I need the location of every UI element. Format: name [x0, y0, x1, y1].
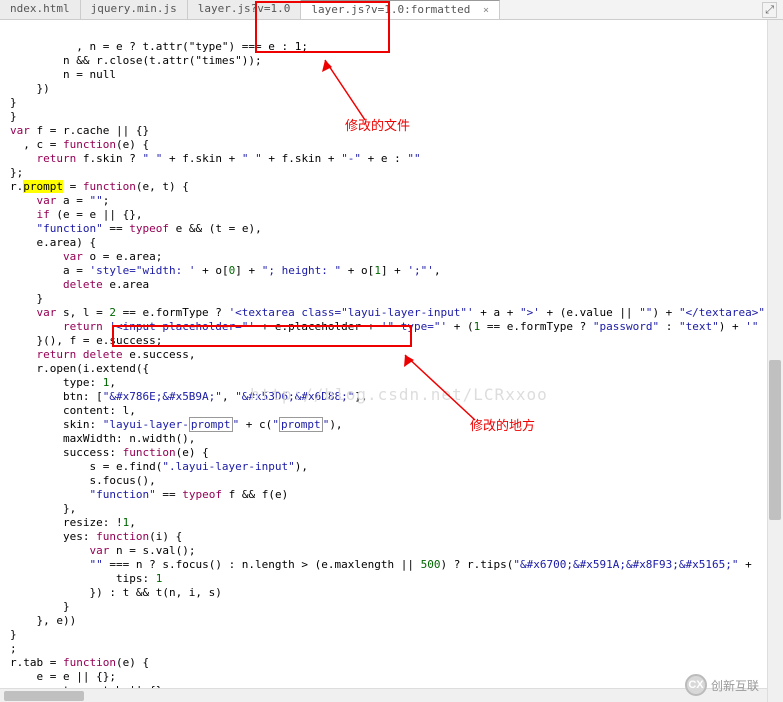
code-line: , c = function(e) {	[10, 138, 149, 151]
code-line: }	[10, 628, 17, 641]
code-line: n && r.close(t.attr("times"));	[10, 54, 262, 67]
code-line: delete e.area	[10, 278, 149, 291]
code-line: s.focus(),	[10, 474, 156, 487]
code-line: }	[10, 96, 17, 109]
code-line: return f.skin ? " " + f.skin + " " + f.s…	[10, 152, 421, 165]
code-line: , n = e ? t.attr("type") === e : 1;	[10, 40, 308, 53]
code-line: resize: !1,	[10, 516, 136, 529]
tab-layer[interactable]: layer.js?v=1.0	[188, 0, 302, 19]
code-line: a = 'style="width: ' + o[0] + "; height:…	[10, 264, 441, 277]
code-line: yes: function(i) {	[10, 530, 182, 543]
tab-layer-formatted[interactable]: layer.js?v=1.0:formatted ×	[301, 0, 500, 19]
code-line: return '<input placeholder="' + e.placeh…	[10, 320, 758, 333]
scroll-thumb[interactable]	[4, 691, 84, 701]
expand-icon[interactable]: ⤢	[762, 2, 777, 18]
code-line: type: 1,	[10, 376, 116, 389]
code-line: var s, l = 2 == e.formType ? '<textarea …	[10, 306, 765, 319]
code-line: tips: 1	[10, 572, 162, 585]
code-line: r.tab = function(e) {	[10, 656, 149, 669]
code-line: success: function(e) {	[10, 446, 209, 459]
code-line: }, e))	[10, 614, 76, 627]
code-line: e = e || {};	[10, 670, 116, 683]
code-line: }	[10, 292, 43, 305]
code-line: "function" == typeof f && f(e)	[10, 488, 288, 501]
code-line: ;	[10, 642, 17, 655]
tab-label: layer.js?v=1.0:formatted	[311, 3, 470, 16]
code-line: }(), f = e.success;	[10, 334, 162, 347]
code-line: "function" == typeof e && (t = e),	[10, 222, 262, 235]
code-line: s = e.find(".layui-layer-input"),	[10, 460, 308, 473]
vertical-scrollbar[interactable]	[767, 20, 783, 702]
code-line: var n = s.val();	[10, 544, 195, 557]
code-line: r.prompt = function(e, t) {	[10, 180, 189, 193]
code-line: e.area) {	[10, 236, 96, 249]
code-line: skin: "layui-layer-prompt" + c("prompt")…	[10, 417, 343, 432]
code-line: }	[10, 110, 17, 123]
code-line: r.open(i.extend({	[10, 362, 149, 375]
code-line: var a = "";	[10, 194, 109, 207]
annotation-place-label: 修改的地方	[470, 415, 535, 434]
logo-badge-icon: CX	[685, 674, 707, 696]
horizontal-scrollbar[interactable]	[0, 688, 767, 702]
logo-text: 创新互联	[711, 677, 759, 694]
code-line: maxWidth: n.width(),	[10, 432, 195, 445]
code-line: };	[10, 166, 23, 179]
tab-jquery[interactable]: jquery.min.js	[81, 0, 188, 19]
tab-ndex-html[interactable]: ndex.html	[0, 0, 81, 19]
code-line: }) : t && t(n, i, s)	[10, 586, 222, 599]
tab-bar: ndex.html jquery.min.js layer.js?v=1.0 l…	[0, 0, 783, 20]
code-line: if (e = e || {},	[10, 208, 142, 221]
code-line: n = null	[10, 68, 116, 81]
code-line: })	[10, 82, 50, 95]
scroll-thumb[interactable]	[769, 360, 781, 520]
code-line: content: l,	[10, 404, 136, 417]
code-line: var o = e.area;	[10, 250, 162, 263]
code-line: btn: ["&#x786E;&#x5B9A;", "&#x53D6;&#x6D…	[10, 390, 368, 403]
annotation-file-label: 修改的文件	[345, 115, 410, 134]
code-line: return delete e.success,	[10, 348, 195, 361]
logo: CX 创新互联	[685, 674, 759, 696]
code-line: "" === n ? s.focus() : n.length > (e.max…	[10, 558, 758, 571]
code-line: }	[10, 600, 70, 613]
code-line: var f = r.cache || {}	[10, 124, 149, 137]
close-icon[interactable]: ×	[483, 5, 489, 16]
code-line: },	[10, 502, 76, 515]
